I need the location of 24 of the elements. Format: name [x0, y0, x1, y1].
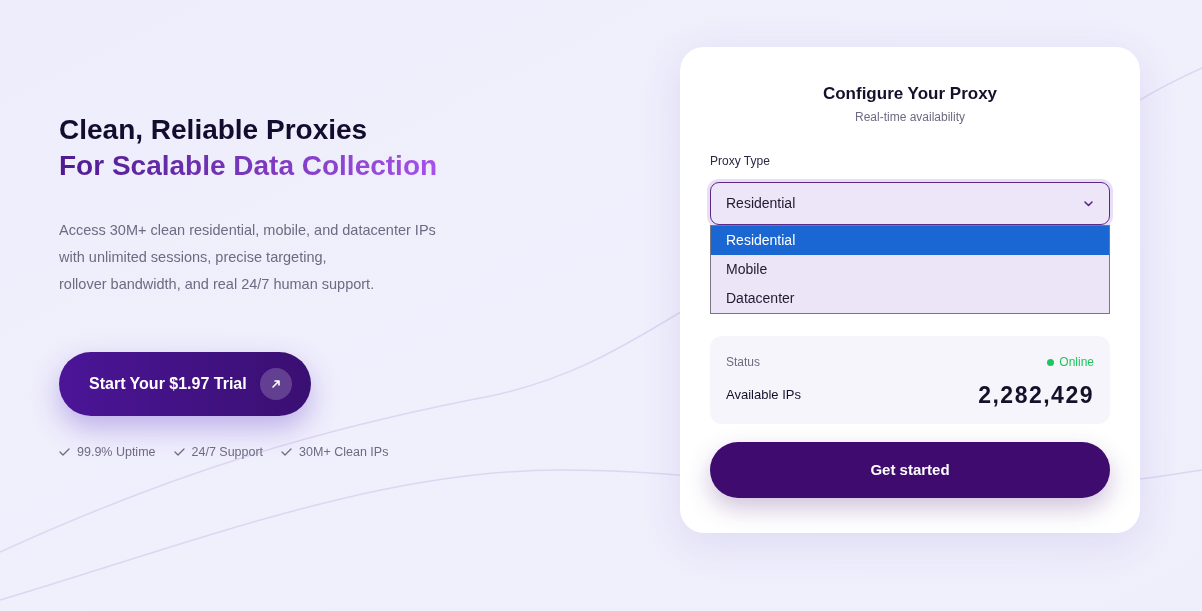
feature-label: 30M+ Clean IPs — [299, 444, 389, 461]
status-dot-icon — [1047, 358, 1055, 366]
checkmark-icon — [173, 448, 185, 457]
card-title: Configure Your Proxy — [821, 83, 999, 105]
available-ips-label: Available IPs — [726, 386, 801, 405]
feature-label: 99.9% Uptime — [77, 444, 156, 461]
dropdown-option[interactable]: Residential — [711, 226, 1109, 255]
status-value: Online — [1059, 354, 1094, 371]
dropdown-option[interactable]: Datacenter — [711, 284, 1109, 313]
hero-heading: Clean, Reliable Proxies — [59, 113, 368, 147]
proxy-type-label: Proxy Type — [710, 153, 771, 169]
status-label: Status — [726, 354, 761, 371]
proxy-type-select[interactable]: Residential — [710, 182, 1110, 225]
hero-description: Access 30M+ clean residential, mobile, and datacenter IPs with unlimited sessions, precise targeting, rollover bandwidth, and real 24/7 human support. — [59, 221, 436, 294]
feature-label: 24/7 Support — [191, 444, 264, 461]
card-subtitle: Real-time availability — [853, 109, 966, 125]
checkmark-icon — [59, 448, 70, 457]
checkmark-icon — [281, 448, 293, 457]
select-value: Residential — [726, 194, 796, 213]
available-ips-value: 2,282,429 — [978, 380, 1094, 410]
chevron-down-icon — [1084, 200, 1093, 207]
get-started-button[interactable]: Get started — [710, 442, 1110, 498]
dropdown-option[interactable]: Mobile — [711, 255, 1109, 284]
start-trial-button[interactable]: Start Your $1.97 Trial — [59, 352, 311, 416]
